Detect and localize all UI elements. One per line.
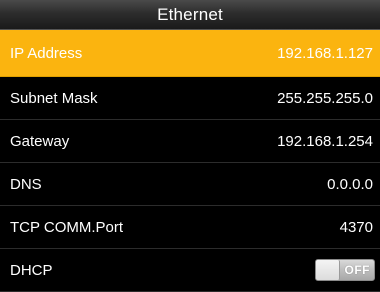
setting-value: 255.255.255.0 (277, 89, 373, 107)
setting-label: DNS (10, 175, 42, 193)
setting-row-dns[interactable]: DNS 0.0.0.0 (0, 163, 380, 206)
toggle-state-label: OFF (344, 263, 370, 277)
setting-row-subnet-mask[interactable]: Subnet Mask 255.255.255.0 (0, 77, 380, 120)
setting-label: Subnet Mask (10, 89, 98, 107)
setting-row-gateway[interactable]: Gateway 192.168.1.254 (0, 120, 380, 163)
setting-label: DHCP (10, 261, 53, 279)
setting-value: 192.168.1.127 (277, 44, 373, 62)
setting-value: 0.0.0.0 (327, 175, 373, 193)
setting-row-dhcp[interactable]: DHCP OFF (0, 249, 380, 292)
setting-value: 192.168.1.254 (277, 132, 373, 150)
setting-label: IP Address (10, 44, 83, 62)
page-title: Ethernet (157, 4, 223, 24)
setting-row-ip-address[interactable]: IP Address 192.168.1.127 (0, 30, 380, 77)
toggle-knob[interactable] (316, 260, 340, 280)
setting-label: Gateway (10, 132, 70, 150)
ethernet-settings-screen: Ethernet IP Address 192.168.1.127 Subnet… (0, 0, 380, 292)
title-bar: Ethernet (0, 0, 380, 30)
dhcp-toggle-switch[interactable]: OFF (315, 259, 375, 281)
setting-value: 4370 (339, 218, 373, 236)
setting-label: TCP COMM.Port (10, 218, 124, 236)
setting-row-tcp-comm-port[interactable]: TCP COMM.Port 4370 (0, 206, 380, 249)
settings-list: IP Address 192.168.1.127 Subnet Mask 255… (0, 30, 380, 292)
